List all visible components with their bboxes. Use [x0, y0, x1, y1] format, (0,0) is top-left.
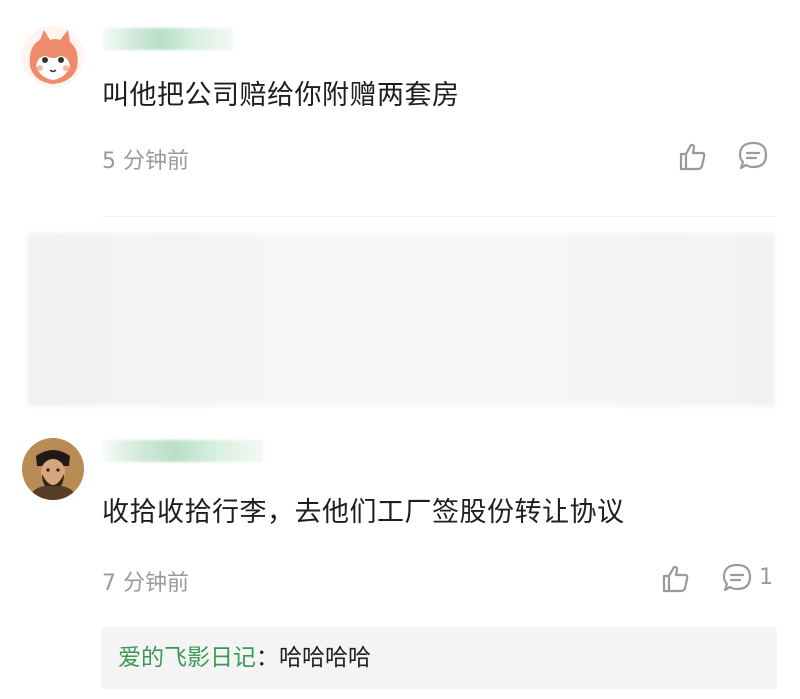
- scholar-portrait-avatar-icon: [22, 438, 84, 500]
- comment-text: 叫他把公司赔给你附赠两套房: [102, 80, 460, 111]
- cartoon-fox-avatar-icon: [22, 26, 84, 88]
- like-icon[interactable]: [659, 562, 691, 598]
- blurred-content: [27, 233, 775, 406]
- reply-count[interactable]: 1: [759, 565, 773, 590]
- reply-preview[interactable]: 爱的飞影日记：哈哈哈哈: [101, 627, 777, 689]
- comment-bubble-icon[interactable]: [721, 562, 753, 598]
- avatar[interactable]: [22, 26, 84, 88]
- divider: [103, 216, 775, 217]
- comment-time: 7 分钟前: [102, 571, 189, 596]
- reply-text: 哈哈哈哈: [279, 645, 371, 671]
- reply-separator: ：: [256, 645, 279, 671]
- comment-bubble-icon[interactable]: [737, 140, 769, 176]
- username-blurred[interactable]: [103, 28, 233, 50]
- username-blurred[interactable]: [103, 440, 263, 462]
- comment-time: 5 分钟前: [102, 149, 189, 174]
- like-icon[interactable]: [676, 140, 708, 176]
- reply-author[interactable]: 爱的飞影日记: [118, 645, 256, 671]
- comment-text: 收拾收拾行李，去他们工厂签股份转让协议: [102, 497, 625, 528]
- avatar[interactable]: [22, 438, 84, 500]
